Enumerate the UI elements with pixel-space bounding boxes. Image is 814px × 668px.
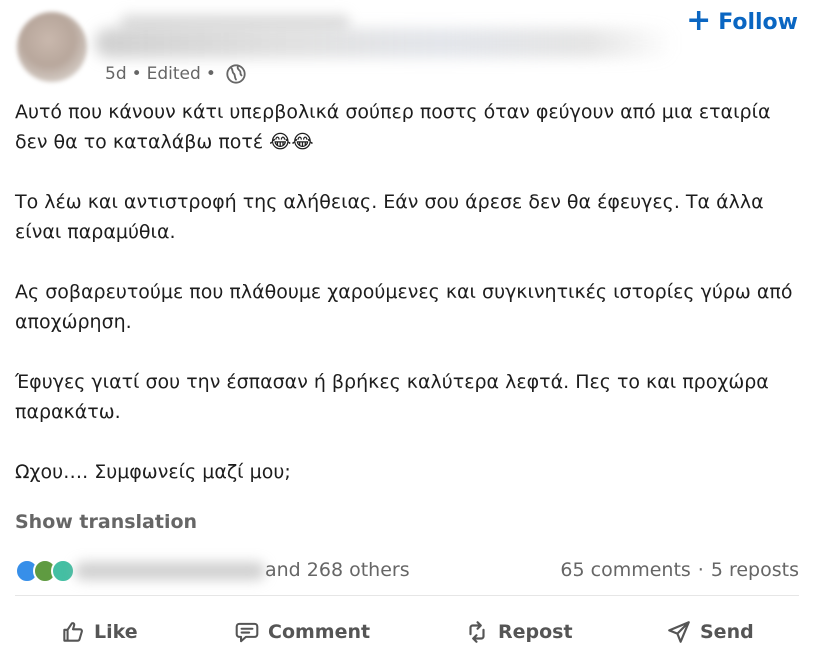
globe-icon <box>225 63 247 85</box>
thumbs-up-icon <box>63 622 83 642</box>
funny-reaction-icon <box>51 559 75 583</box>
post-paragraph: Αυτό που κάνουν κάτι υπερβολικά σούπερ π… <box>15 101 771 153</box>
send-icon <box>668 621 690 643</box>
send-button[interactable]: Send <box>666 608 754 656</box>
post-actions: Like Comment Repost Send <box>0 608 814 656</box>
edited-label: Edited <box>146 64 201 84</box>
post-paragraph: Ωχου…. Συμφωνείς μαζί μου; <box>15 461 291 483</box>
divider <box>15 595 799 596</box>
reposts-count[interactable]: 5 reposts <box>711 559 799 581</box>
send-label: Send <box>700 621 754 643</box>
comment-button[interactable]: Comment <box>234 608 370 656</box>
counts-separator: · <box>697 559 704 581</box>
reaction-icons[interactable] <box>15 559 75 583</box>
show-translation-link[interactable]: Show translation <box>15 511 197 533</box>
engagement-counts: 65 comments · 5 reposts <box>560 559 799 581</box>
post-paragraph: Το λέω και αντιστροφή της αλήθειας. Εάν … <box>15 191 764 243</box>
author-headline-redacted <box>95 28 675 58</box>
like-label: Like <box>94 621 138 643</box>
comments-count[interactable]: 65 comments <box>560 559 690 581</box>
comment-label: Comment <box>268 621 371 643</box>
author-avatar[interactable] <box>17 12 87 82</box>
repost-icon <box>469 621 485 643</box>
follow-button[interactable]: + Follow <box>686 2 798 38</box>
post-header: 5d • Edited • + Follow <box>0 0 814 96</box>
meta-separator: • <box>131 64 142 84</box>
repost-button[interactable]: Repost <box>464 608 573 656</box>
plus-icon: + <box>686 2 712 38</box>
post-paragraph: Έφυγες γιατί σου την έσπασαν ή βρήκες κα… <box>15 371 769 423</box>
reactions-count[interactable]: and 268 others <box>265 559 410 581</box>
meta-separator: • <box>205 64 216 84</box>
post-body: Αυτό που κάνουν κάτι υπερβολικά σούπερ π… <box>15 97 805 487</box>
social-counts-bar: and 268 others 65 comments · 5 reposts <box>15 556 799 588</box>
repost-label: Repost <box>498 621 573 643</box>
like-button[interactable]: Like <box>60 608 138 656</box>
post-meta: 5d • Edited • <box>105 63 247 85</box>
follow-label: Follow <box>718 9 798 35</box>
post-age: 5d <box>105 64 127 84</box>
post-paragraph: Ας σοβαρευτούμε που πλάθουμε χαρούμενες … <box>15 281 793 333</box>
reactor-names-redacted <box>75 562 265 580</box>
comment-icon <box>235 622 259 643</box>
